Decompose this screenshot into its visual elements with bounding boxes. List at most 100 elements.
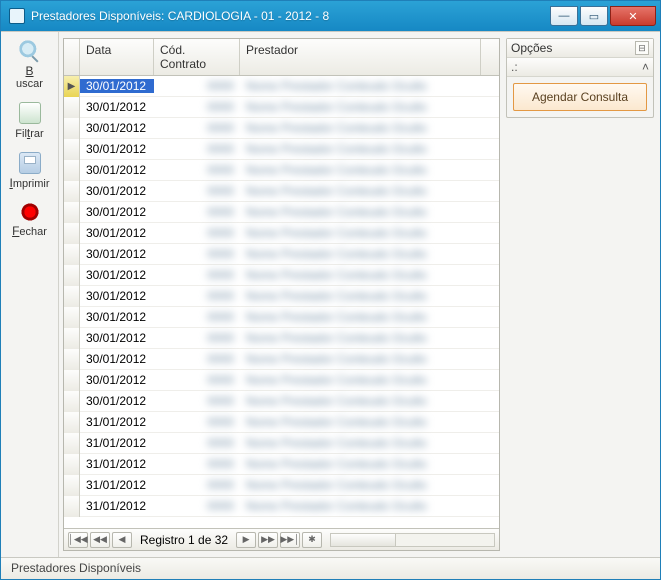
table-row[interactable]: 31/01/20120000Nome Prestador Conteudo Oc… [64,496,499,517]
status-bar: Prestadores Disponíveis [1,557,660,579]
titlebar: Prestadores Disponíveis: CARDIOLOGIA - 0… [1,1,660,31]
cell-prestador: Nome Prestador Conteudo Oculto [240,247,499,261]
pager-nextpage-button[interactable]: ▶▶ [258,532,278,548]
cell-prestador: Nome Prestador Conteudo Oculto [240,352,499,366]
pager-prevpage-button[interactable]: ◀◀ [90,532,110,548]
cell-cod: 0000 [154,205,240,219]
row-indicator [64,433,80,454]
table-row[interactable]: 30/01/20120000Nome Prestador Conteudo Oc… [64,307,499,328]
grid-header: Data Cód. Contrato Prestador [64,39,499,76]
cell-cod: 0000 [154,121,240,135]
grid-header-selector [64,39,80,75]
grid-hscroll[interactable] [330,533,495,547]
pager-label: Registro 1 de 32 [140,533,228,547]
table-row[interactable]: 30/01/20120000Nome Prestador Conteudo Oc… [64,118,499,139]
cell-prestador: Nome Prestador Conteudo Oculto [240,79,499,93]
table-row[interactable]: 30/01/20120000Nome Prestador Conteudo Oc… [64,349,499,370]
table-row[interactable]: 31/01/20120000Nome Prestador Conteudo Oc… [64,412,499,433]
grid-header-scroll [481,39,499,75]
table-row[interactable]: 30/01/20120000Nome Prestador Conteudo Oc… [64,181,499,202]
cell-cod: 0000 [154,247,240,261]
search-icon [19,40,41,62]
buscar-button[interactable]: Buscar [6,38,54,92]
cell-data: 30/01/2012 [80,310,154,324]
pager-last-button[interactable]: ▶▶│ [280,532,300,548]
cell-cod: 0000 [154,394,240,408]
window-minimize-button[interactable]: — [550,6,578,26]
cell-cod: 0000 [154,100,240,114]
imprimir-button[interactable]: Imprimir [6,150,54,192]
grid-header-prestador[interactable]: Prestador [240,39,481,75]
table-row[interactable]: 31/01/20120000Nome Prestador Conteudo Oc… [64,454,499,475]
cell-cod: 0000 [154,436,240,450]
imprimir-label: Imprimir [6,176,54,190]
options-pin-button[interactable]: ⊟ [635,41,649,55]
table-row[interactable]: 30/01/20120000Nome Prestador Conteudo Oc… [64,202,499,223]
options-collapse-button[interactable]: ˄ [642,60,649,74]
cell-prestador: Nome Prestador Conteudo Oculto [240,499,499,513]
table-row[interactable]: 30/01/20120000Nome Prestador Conteudo Oc… [64,139,499,160]
grid-header-data[interactable]: Data [80,39,154,75]
cell-data: 31/01/2012 [80,499,154,513]
table-row[interactable]: 30/01/20120000Nome Prestador Conteudo Oc… [64,160,499,181]
table-row[interactable]: 30/01/20120000Nome Prestador Conteudo Oc… [64,265,499,286]
pager-first-button[interactable]: │◀◀ [68,532,88,548]
cell-data: 31/01/2012 [80,457,154,471]
table-row[interactable]: ▶30/01/20120000Nome Prestador Conteudo O… [64,76,499,97]
window-close-button[interactable]: ✕ [610,6,656,26]
cell-cod: 0000 [154,352,240,366]
row-indicator [64,265,80,286]
row-indicator [64,139,80,160]
table-row[interactable]: 31/01/20120000Nome Prestador Conteudo Oc… [64,433,499,454]
cell-data: 30/01/2012 [80,268,154,282]
row-indicator [64,475,80,496]
fechar-label: Fechar [6,224,54,238]
cell-prestador: Nome Prestador Conteudo Oculto [240,100,499,114]
left-toolbar: Buscar Filtrar Imprimir Fechar [1,32,59,557]
row-indicator [64,349,80,370]
cell-data: 30/01/2012 [80,79,154,93]
table-row[interactable]: 30/01/20120000Nome Prestador Conteudo Oc… [64,286,499,307]
options-header: Opções ⊟ [507,39,653,58]
agendar-consulta-button[interactable]: Agendar Consulta [513,83,647,111]
filter-icon [19,102,41,124]
options-panel: Opções ⊟ .: ˄ Agendar Consulta [506,38,654,118]
cell-cod: 0000 [154,226,240,240]
window-title: Prestadores Disponíveis: CARDIOLOGIA - 0… [31,9,548,23]
row-indicator [64,328,80,349]
cell-cod: 0000 [154,79,240,93]
row-indicator [64,307,80,328]
grid-header-cod[interactable]: Cód. Contrato [154,39,240,75]
app-window: Prestadores Disponíveis: CARDIOLOGIA - 0… [0,0,661,580]
filtrar-button[interactable]: Filtrar [6,100,54,142]
cell-data: 30/01/2012 [80,121,154,135]
pager-next-button[interactable]: ▶ [236,532,256,548]
fechar-button[interactable]: Fechar [6,200,54,240]
grid-body[interactable]: ▶30/01/20120000Nome Prestador Conteudo O… [64,76,499,528]
cell-data: 31/01/2012 [80,436,154,450]
cell-data: 30/01/2012 [80,226,154,240]
table-row[interactable]: 30/01/20120000Nome Prestador Conteudo Oc… [64,391,499,412]
cell-cod: 0000 [154,373,240,387]
cell-prestador: Nome Prestador Conteudo Oculto [240,289,499,303]
cell-prestador: Nome Prestador Conteudo Oculto [240,142,499,156]
table-row[interactable]: 30/01/20120000Nome Prestador Conteudo Oc… [64,370,499,391]
cell-prestador: Nome Prestador Conteudo Oculto [240,205,499,219]
cell-cod: 0000 [154,415,240,429]
table-row[interactable]: 30/01/20120000Nome Prestador Conteudo Oc… [64,223,499,244]
table-row[interactable]: 31/01/20120000Nome Prestador Conteudo Oc… [64,475,499,496]
cell-prestador: Nome Prestador Conteudo Oculto [240,457,499,471]
table-row[interactable]: 30/01/20120000Nome Prestador Conteudo Oc… [64,97,499,118]
cell-prestador: Nome Prestador Conteudo Oculto [240,163,499,177]
row-indicator [64,244,80,265]
cell-data: 30/01/2012 [80,100,154,114]
window-maximize-button[interactable]: ▭ [580,6,608,26]
close-icon [20,202,40,222]
table-row[interactable]: 30/01/20120000Nome Prestador Conteudo Oc… [64,244,499,265]
pager-prev-button[interactable]: ◀ [112,532,132,548]
cell-data: 30/01/2012 [80,142,154,156]
pager-star-button[interactable]: ✱ [302,532,322,548]
table-row[interactable]: 30/01/20120000Nome Prestador Conteudo Oc… [64,328,499,349]
app-icon [9,8,25,24]
cell-prestador: Nome Prestador Conteudo Oculto [240,436,499,450]
